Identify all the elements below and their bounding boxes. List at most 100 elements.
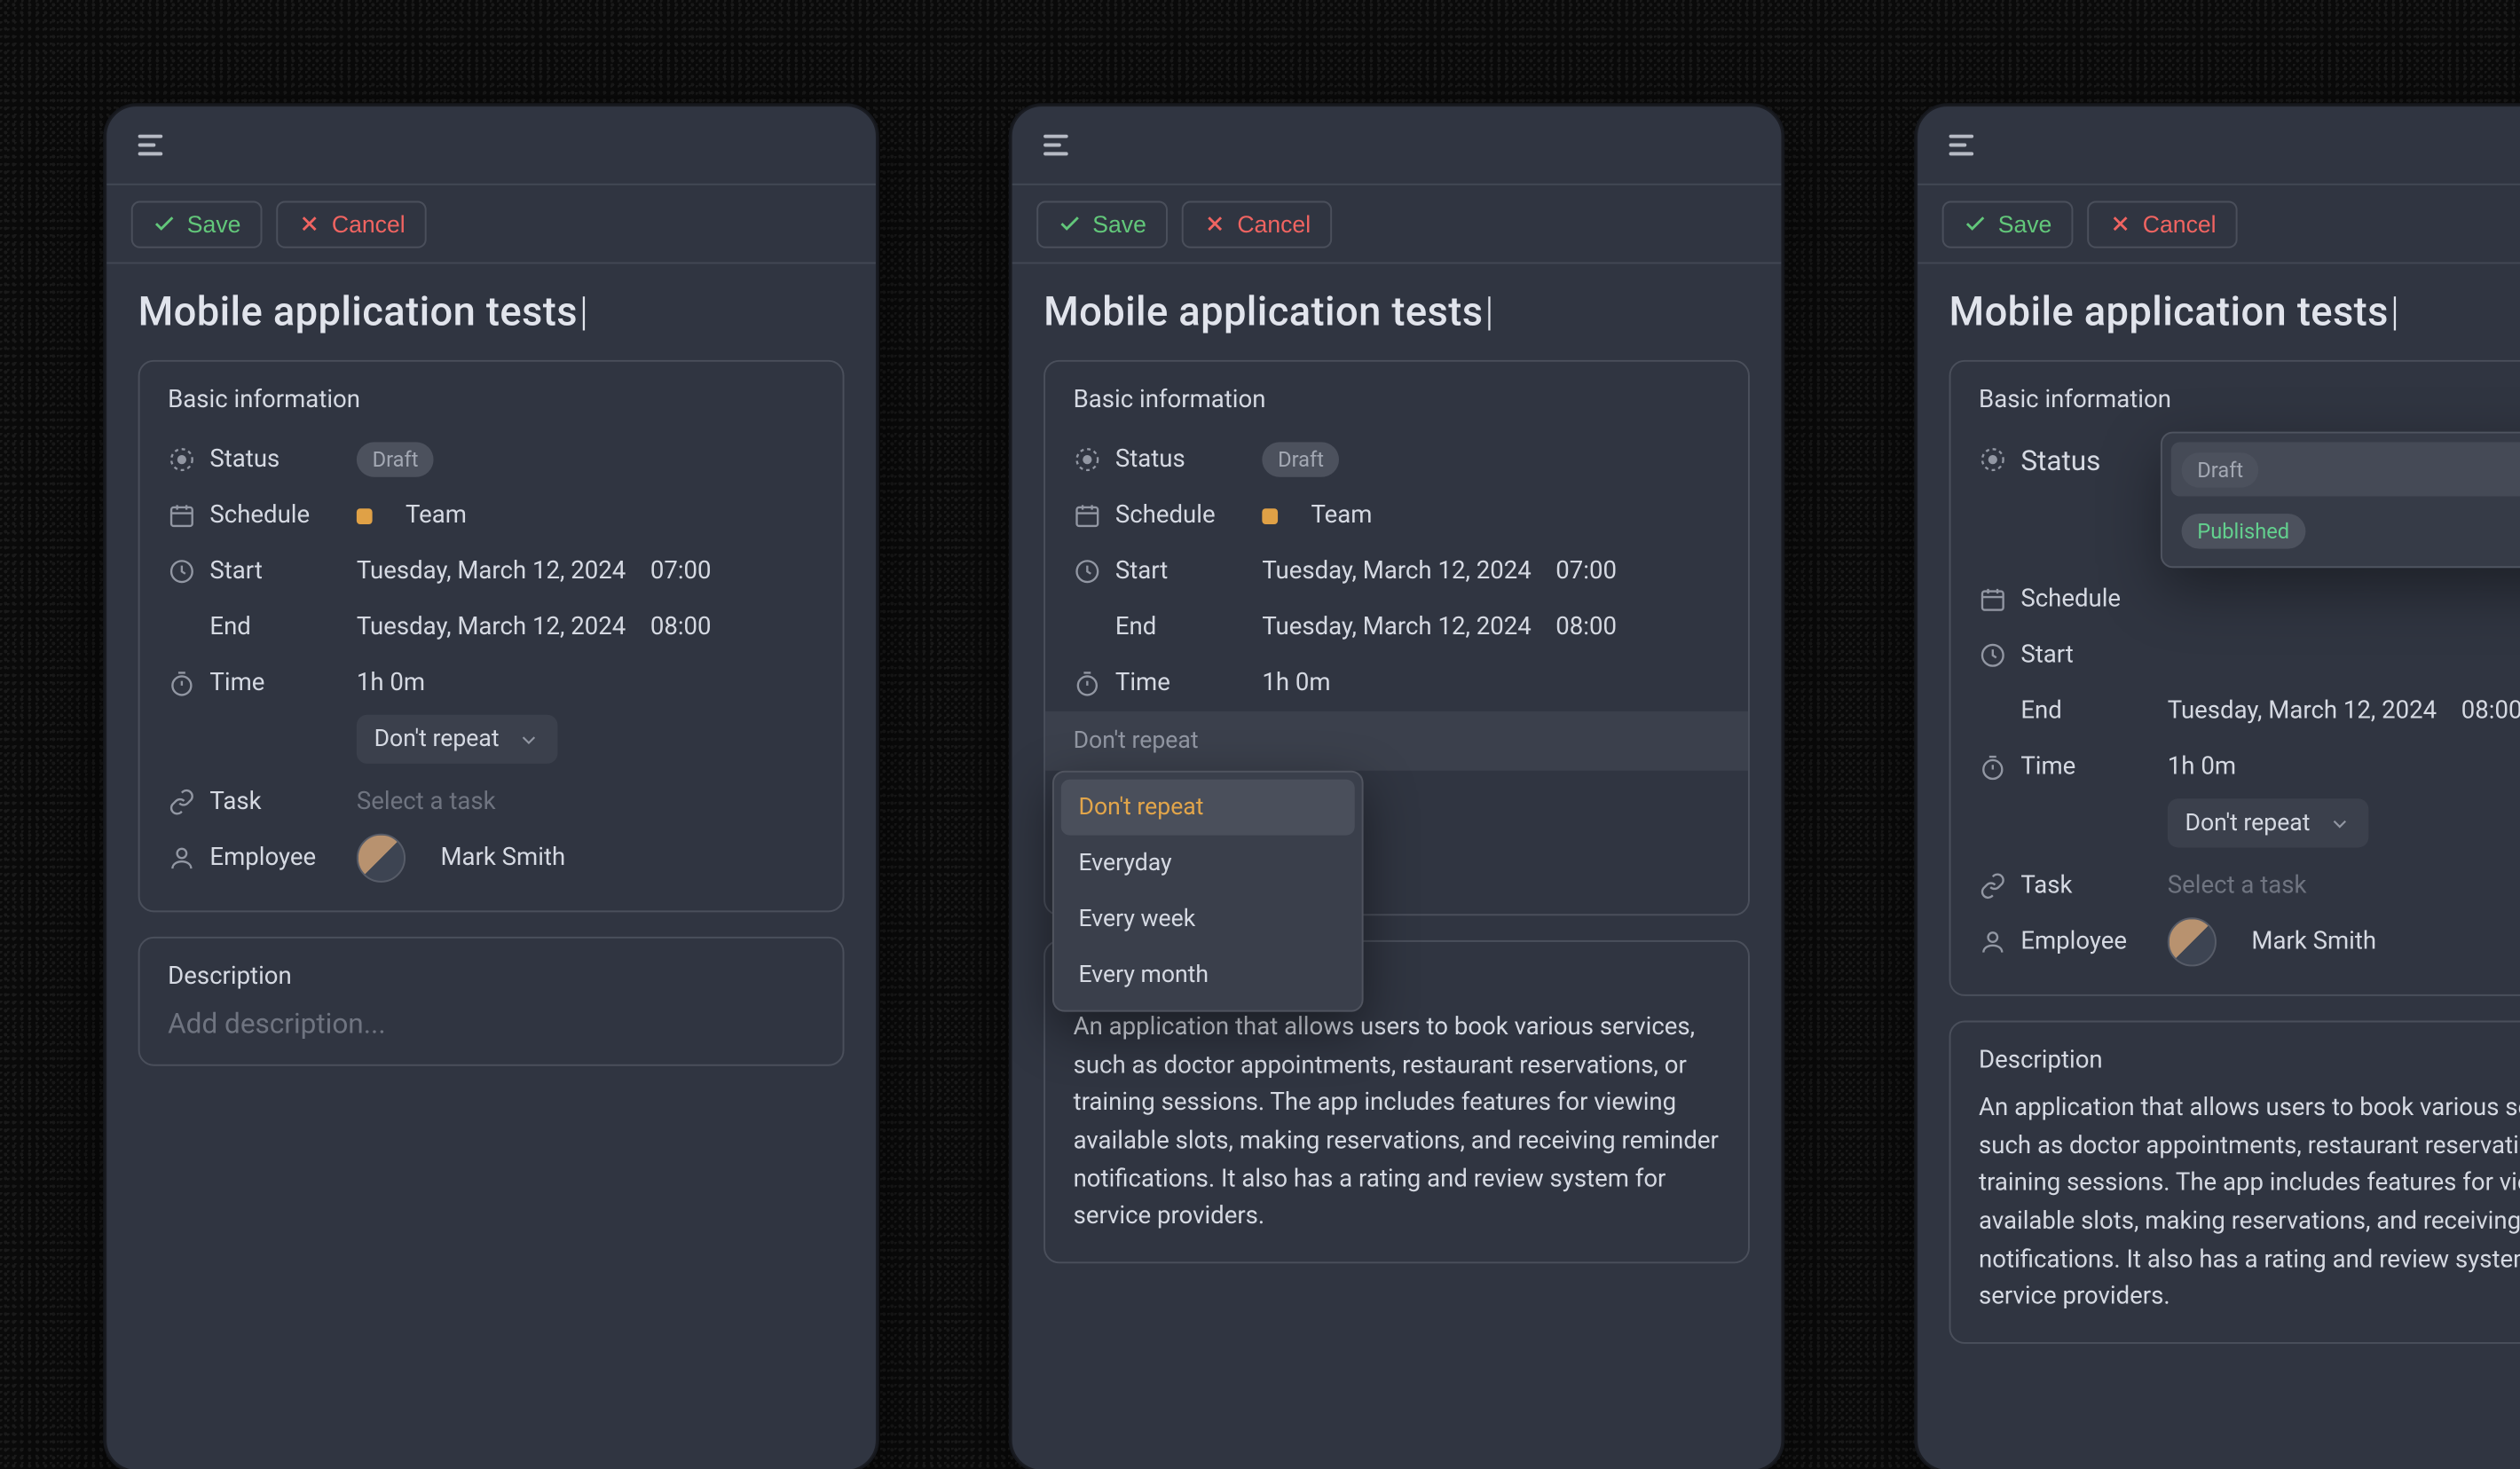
chevron-down-icon: [516, 728, 539, 751]
save-label: Save: [187, 210, 241, 237]
cancel-button[interactable]: Cancel: [2087, 200, 2237, 247]
basic-info-card: Basic information StatusDraft ScheduleTe…: [1043, 360, 1750, 915]
status-badge: Draft: [357, 442, 434, 476]
clock-icon: [168, 557, 209, 585]
employee-name: Mark Smith: [440, 844, 565, 873]
description-text[interactable]: An application that allows users to book…: [1074, 1010, 1721, 1237]
cancel-button[interactable]: Cancel: [1181, 200, 1331, 247]
clock-icon: [1074, 557, 1115, 585]
avatar: [357, 834, 406, 883]
description-card: Description Add description...: [138, 937, 845, 1066]
repeat-option-dont-repeat[interactable]: Don't repeat: [1061, 780, 1355, 836]
status-icon: [168, 445, 209, 474]
status-icon: [1074, 445, 1115, 474]
status-option-draft[interactable]: Draft: [2171, 442, 2520, 496]
check-icon: [152, 211, 177, 236]
description-card: Description An application that allows u…: [1949, 1020, 2520, 1344]
save-button[interactable]: Save: [1036, 200, 1167, 247]
employee-row: Employee Mark Smith: [168, 830, 815, 886]
end-row: End Tuesday, March 12, 2024 08:00: [168, 600, 815, 656]
panel-status-popover-open: Save Cancel Mobile application tests Bas…: [1916, 105, 2520, 1469]
menu-icon[interactable]: [138, 135, 167, 156]
basic-info-card: Basic information Status Draft Draft Pub…: [1949, 360, 2520, 996]
time-label: Time: [209, 670, 356, 698]
repeat-dropdown: Don't repeat Don't repeat Everyday Every…: [1045, 711, 1748, 771]
start-time: 07:00: [650, 557, 712, 585]
status-popover: Draft Published: [2161, 432, 2520, 569]
schedule-row: Schedule Team: [168, 488, 815, 544]
repeat-row: Don't repeat: [168, 711, 815, 767]
repeat-select[interactable]: Don't repeat: [2168, 798, 2368, 847]
description-heading: Description: [168, 962, 815, 991]
time-row: Time 1h 0m: [168, 656, 815, 711]
menu-icon[interactable]: [1949, 135, 1978, 156]
stopwatch-icon: [1979, 753, 2020, 782]
check-icon: [1963, 211, 1988, 236]
schedule-value[interactable]: Team: [357, 501, 815, 530]
basic-info-heading: Basic information: [168, 386, 815, 414]
status-row: Status Draft: [168, 432, 815, 488]
close-icon: [2107, 211, 2132, 236]
calendar-icon: [168, 501, 209, 530]
person-icon: [1979, 928, 2020, 956]
start-value[interactable]: Tuesday, March 12, 2024 07:00: [357, 557, 815, 585]
task-placeholder: Select a task: [357, 788, 496, 816]
repeat-select-open[interactable]: Don't repeat: [1045, 711, 1748, 771]
status-icon: [1979, 445, 2020, 474]
save-button[interactable]: Save: [1942, 200, 2073, 247]
repeat-value: Don't repeat: [374, 726, 500, 754]
repeat-menu: Don't repeat Everyday Every week Every m…: [1052, 771, 1364, 1012]
status-value[interactable]: Draft: [357, 442, 815, 476]
task-label: Task: [209, 788, 356, 816]
menu-icon[interactable]: [1043, 135, 1072, 156]
employee-value[interactable]: Mark Smith: [357, 834, 815, 883]
repeat-option-everyday[interactable]: Everyday: [1061, 836, 1355, 892]
save-button[interactable]: Save: [131, 200, 262, 247]
end-value[interactable]: Tuesday, March 12, 2024 08:00: [357, 613, 815, 641]
chevron-down-icon: [2327, 812, 2351, 835]
page-title[interactable]: Mobile application tests: [138, 288, 845, 335]
person-icon: [168, 844, 209, 873]
status-option-published[interactable]: Published: [2171, 503, 2520, 557]
link-icon: [168, 788, 209, 816]
calendar-icon: [1074, 501, 1115, 530]
task-row: Task Select a task: [168, 774, 815, 830]
task-value[interactable]: Select a task: [357, 788, 815, 816]
repeat-option-every-week[interactable]: Every week: [1061, 892, 1355, 947]
schedule-dot: [357, 507, 373, 523]
end-time: 08:00: [650, 613, 712, 641]
repeat-select[interactable]: Don't repeat: [357, 715, 557, 764]
schedule-name: Team: [406, 501, 467, 530]
stopwatch-icon: [1074, 670, 1115, 698]
status-label: Status: [209, 445, 356, 474]
start-date: Tuesday, March 12, 2024: [357, 557, 626, 585]
panel-create-shift-default: Save Cancel Mobile application tests Bas…: [105, 105, 878, 1469]
page-title[interactable]: Mobile application tests: [1043, 288, 1750, 335]
clock-icon: [1979, 641, 2020, 670]
description-input[interactable]: Add description...: [168, 1007, 815, 1040]
status-row-open: Status Draft Draft Published: [1979, 432, 2520, 488]
link-icon: [1979, 872, 2020, 900]
cancel-label: Cancel: [332, 210, 406, 237]
calendar-icon: [1979, 585, 2020, 614]
page-title[interactable]: Mobile application tests: [1949, 288, 2520, 335]
stopwatch-icon: [168, 670, 209, 698]
start-row: Start Tuesday, March 12, 2024 07:00: [168, 544, 815, 600]
employee-label: Employee: [209, 844, 356, 873]
panel-repeat-dropdown-open: Save Cancel Mobile application tests Bas…: [1011, 105, 1784, 1469]
start-label: Start: [209, 557, 356, 585]
close-icon: [1202, 211, 1227, 236]
actionbar: Save Cancel: [106, 185, 876, 264]
end-label: End: [209, 613, 356, 641]
description-text[interactable]: An application that allows users to book…: [1979, 1090, 2520, 1317]
duration: 1h 0m: [357, 670, 425, 698]
schedule-label: Schedule: [209, 501, 356, 530]
cancel-button[interactable]: Cancel: [276, 200, 426, 247]
time-value: 1h 0m: [357, 670, 815, 698]
check-icon: [1058, 211, 1083, 236]
repeat-option-every-month[interactable]: Every month: [1061, 947, 1355, 1003]
basic-info-card: Basic information Status Draft Schedule …: [138, 360, 845, 913]
topbar: [106, 106, 876, 185]
content: Mobile application tests Basic informati…: [106, 263, 876, 1097]
close-icon: [296, 211, 321, 236]
